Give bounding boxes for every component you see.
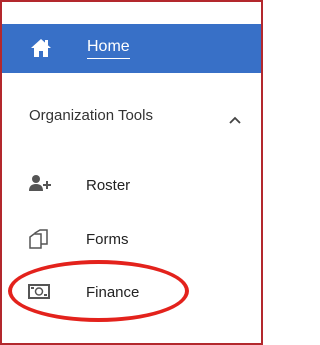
money-icon (28, 282, 52, 302)
chevron-up-icon[interactable] (228, 112, 242, 124)
sidebar-item-label: Roster (86, 177, 131, 194)
section-title-organization-tools: Organization Tools (29, 107, 153, 124)
sidebar-item-roster[interactable]: Roster (0, 168, 259, 208)
sidebar-item-forms[interactable]: Forms (0, 222, 259, 262)
sidebar-item-finance[interactable]: Finance (0, 275, 259, 315)
sidebar-item-label: Forms (86, 231, 129, 248)
forms-icon (28, 229, 52, 249)
home-link[interactable]: Home (87, 37, 130, 59)
add-user-icon (28, 174, 52, 194)
sidebar-item-label: Finance (86, 284, 140, 301)
top-nav-bar: Home (2, 24, 261, 73)
home-icon[interactable] (30, 38, 52, 58)
